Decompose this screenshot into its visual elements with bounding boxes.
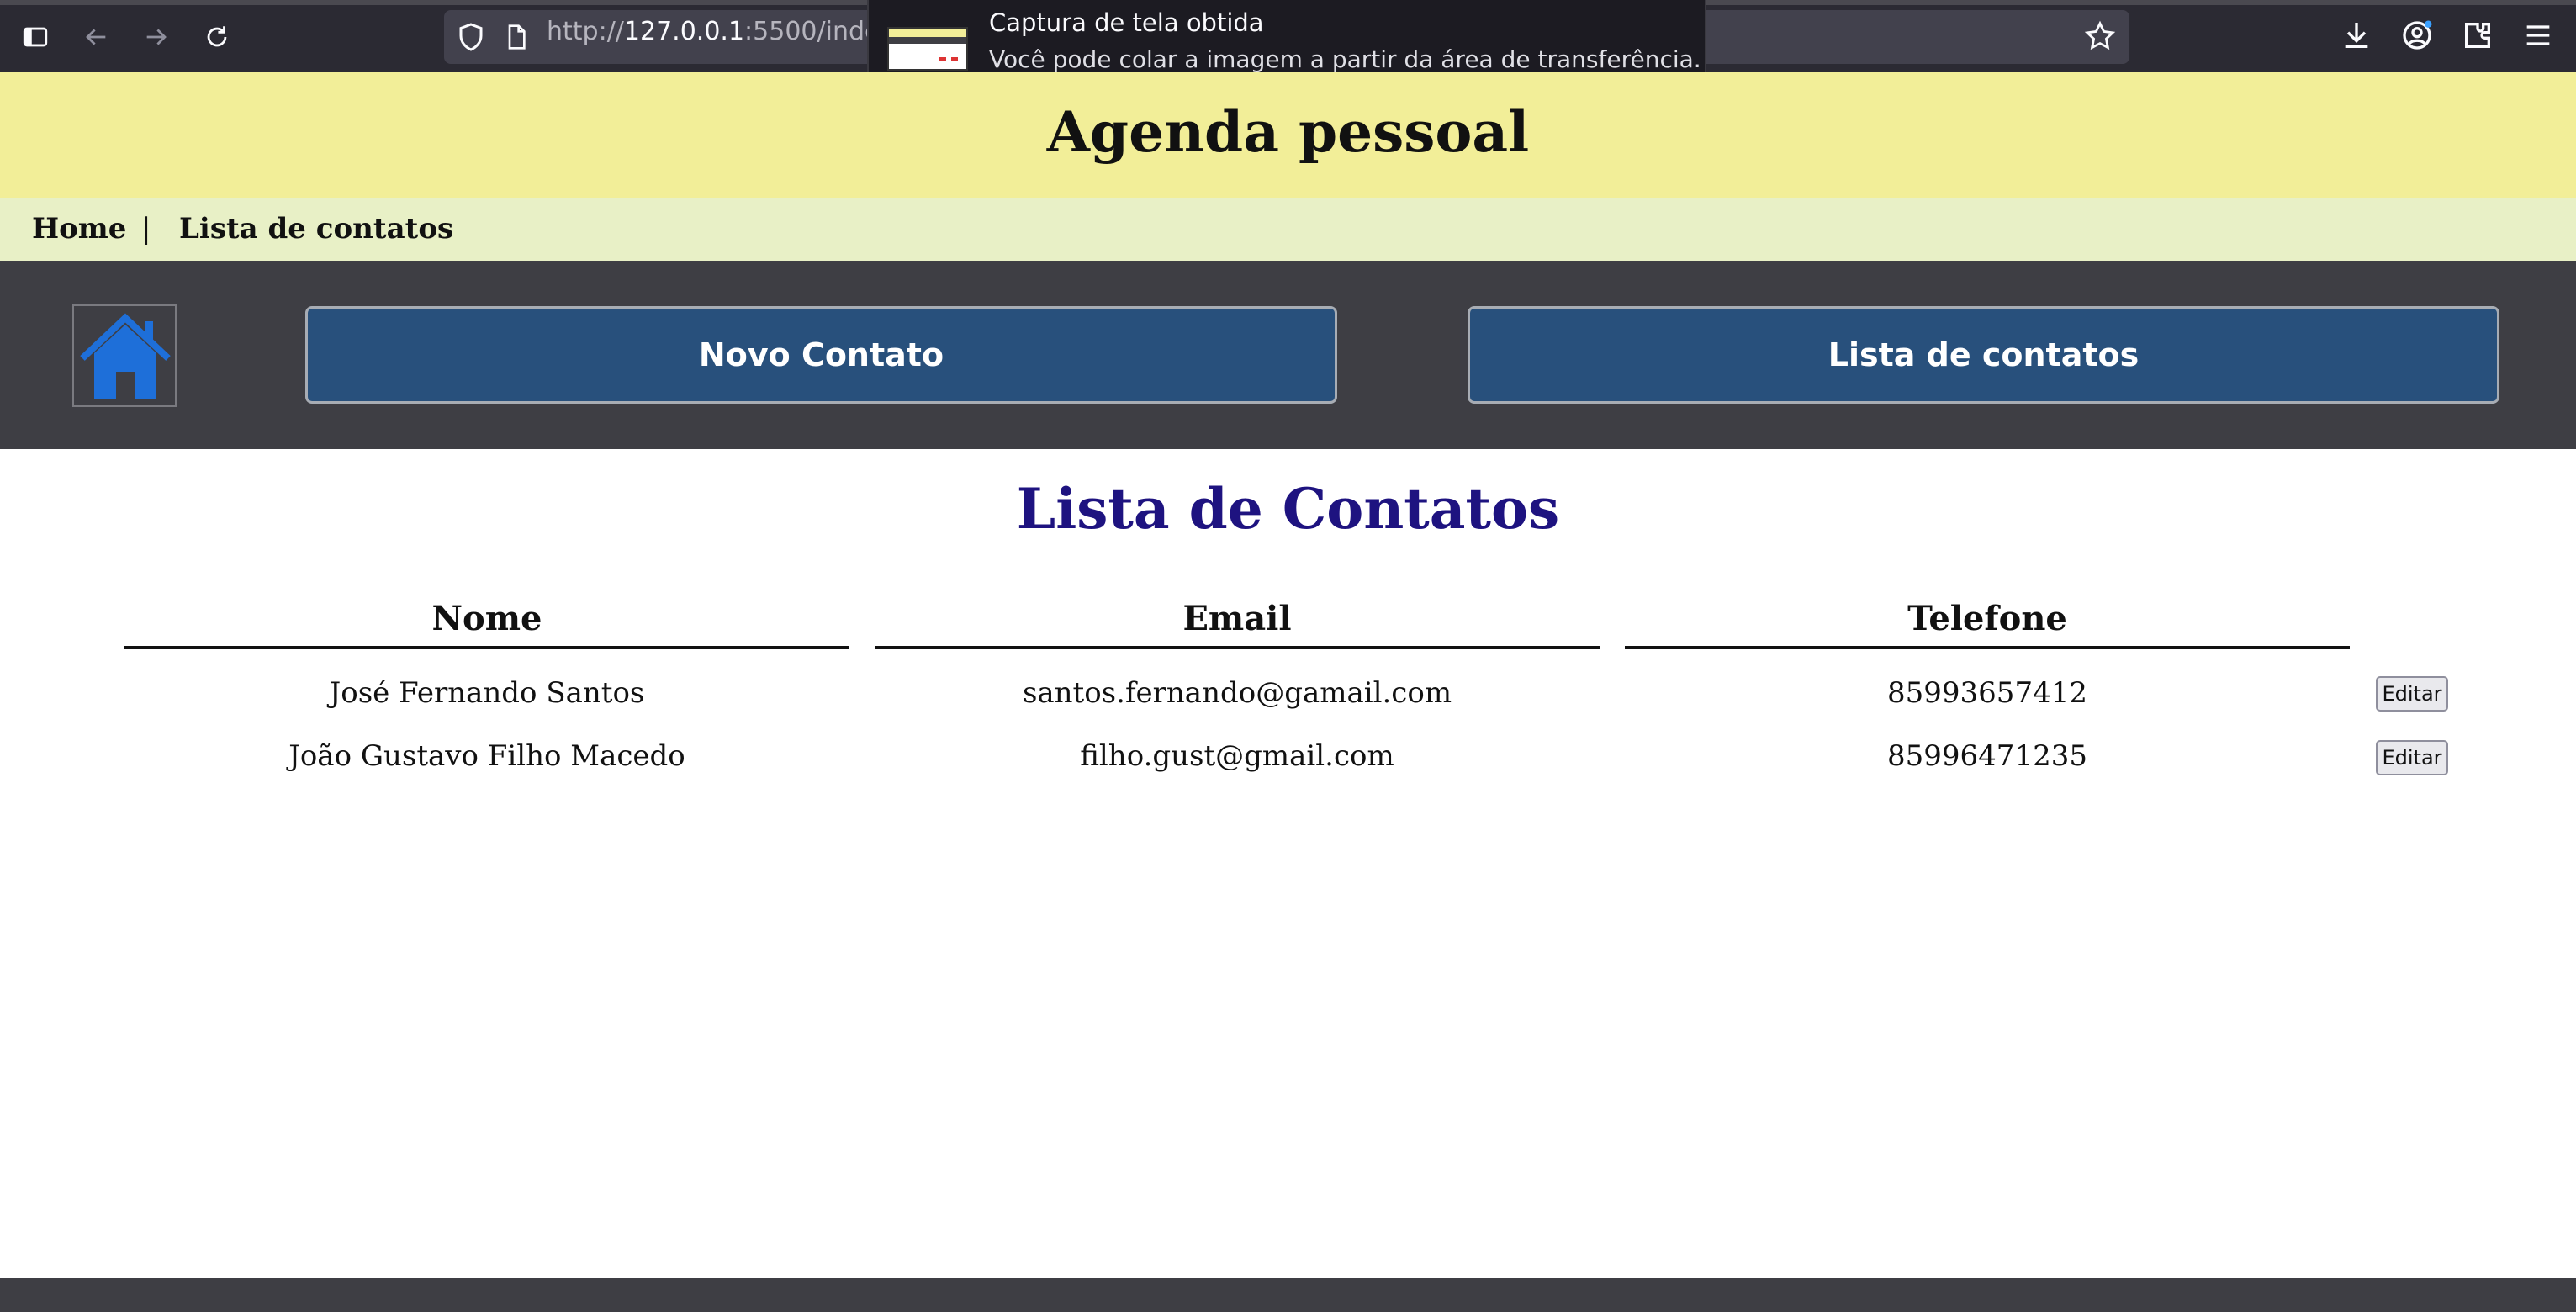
footer-band bbox=[0, 1278, 2576, 1312]
url-text[interactable]: http://127.0.0.1:5500/index bbox=[547, 17, 895, 46]
page-icon[interactable] bbox=[503, 22, 530, 52]
table-cell-nome: José Fernando Santos bbox=[329, 676, 645, 710]
sidebar-toggle-icon[interactable] bbox=[13, 15, 57, 59]
edit-button[interactable]: Editar bbox=[2376, 740, 2448, 775]
shield-icon[interactable] bbox=[456, 22, 486, 52]
screenshot-thumbnail bbox=[887, 27, 968, 71]
breadcrumb-contacts-link[interactable]: Lista de contatos bbox=[179, 212, 453, 246]
notification-title: Captura de tela obtida bbox=[989, 8, 1264, 37]
table-cell-telefone: 85996471235 bbox=[1887, 739, 2087, 773]
home-button[interactable] bbox=[72, 304, 177, 407]
forward-arrow-icon[interactable] bbox=[135, 15, 178, 59]
column-header-email: Email bbox=[875, 599, 1600, 649]
url-host: 127.0.0.1 bbox=[623, 17, 745, 46]
section-title: Lista de Contatos bbox=[1016, 476, 1560, 542]
account-icon[interactable] bbox=[2400, 19, 2434, 52]
table-cell-telefone: 85993657412 bbox=[1887, 676, 2087, 710]
house-icon bbox=[80, 313, 171, 399]
notification-message: Você pode colar a imagem a partir da áre… bbox=[989, 45, 1701, 73]
back-arrow-icon[interactable] bbox=[74, 15, 118, 59]
column-header-telefone: Telefone bbox=[1625, 599, 2350, 649]
edit-button[interactable]: Editar bbox=[2376, 676, 2448, 712]
extensions-icon[interactable] bbox=[2461, 19, 2494, 52]
menu-icon[interactable] bbox=[2521, 19, 2555, 52]
reload-icon[interactable] bbox=[195, 15, 239, 59]
download-icon[interactable] bbox=[2340, 19, 2373, 52]
breadcrumb-separator: | bbox=[141, 212, 151, 246]
breadcrumb-home-link[interactable]: Home bbox=[32, 212, 126, 246]
page-title: Agenda pessoal bbox=[1046, 99, 1530, 165]
table-cell-nome: João Gustavo Filho Macedo bbox=[288, 739, 685, 773]
table-cell-email: santos.fernando@gamail.com bbox=[1022, 676, 1452, 710]
new-contact-button[interactable]: Novo Contato bbox=[305, 306, 1337, 404]
bookmark-star-icon[interactable] bbox=[2084, 20, 2116, 52]
url-prefix: http:// bbox=[547, 17, 624, 46]
contact-list-button[interactable]: Lista de contatos bbox=[1468, 306, 2499, 404]
table-cell-email: filho.gust@gmail.com bbox=[1080, 739, 1394, 773]
column-header-nome: Nome bbox=[124, 599, 849, 649]
